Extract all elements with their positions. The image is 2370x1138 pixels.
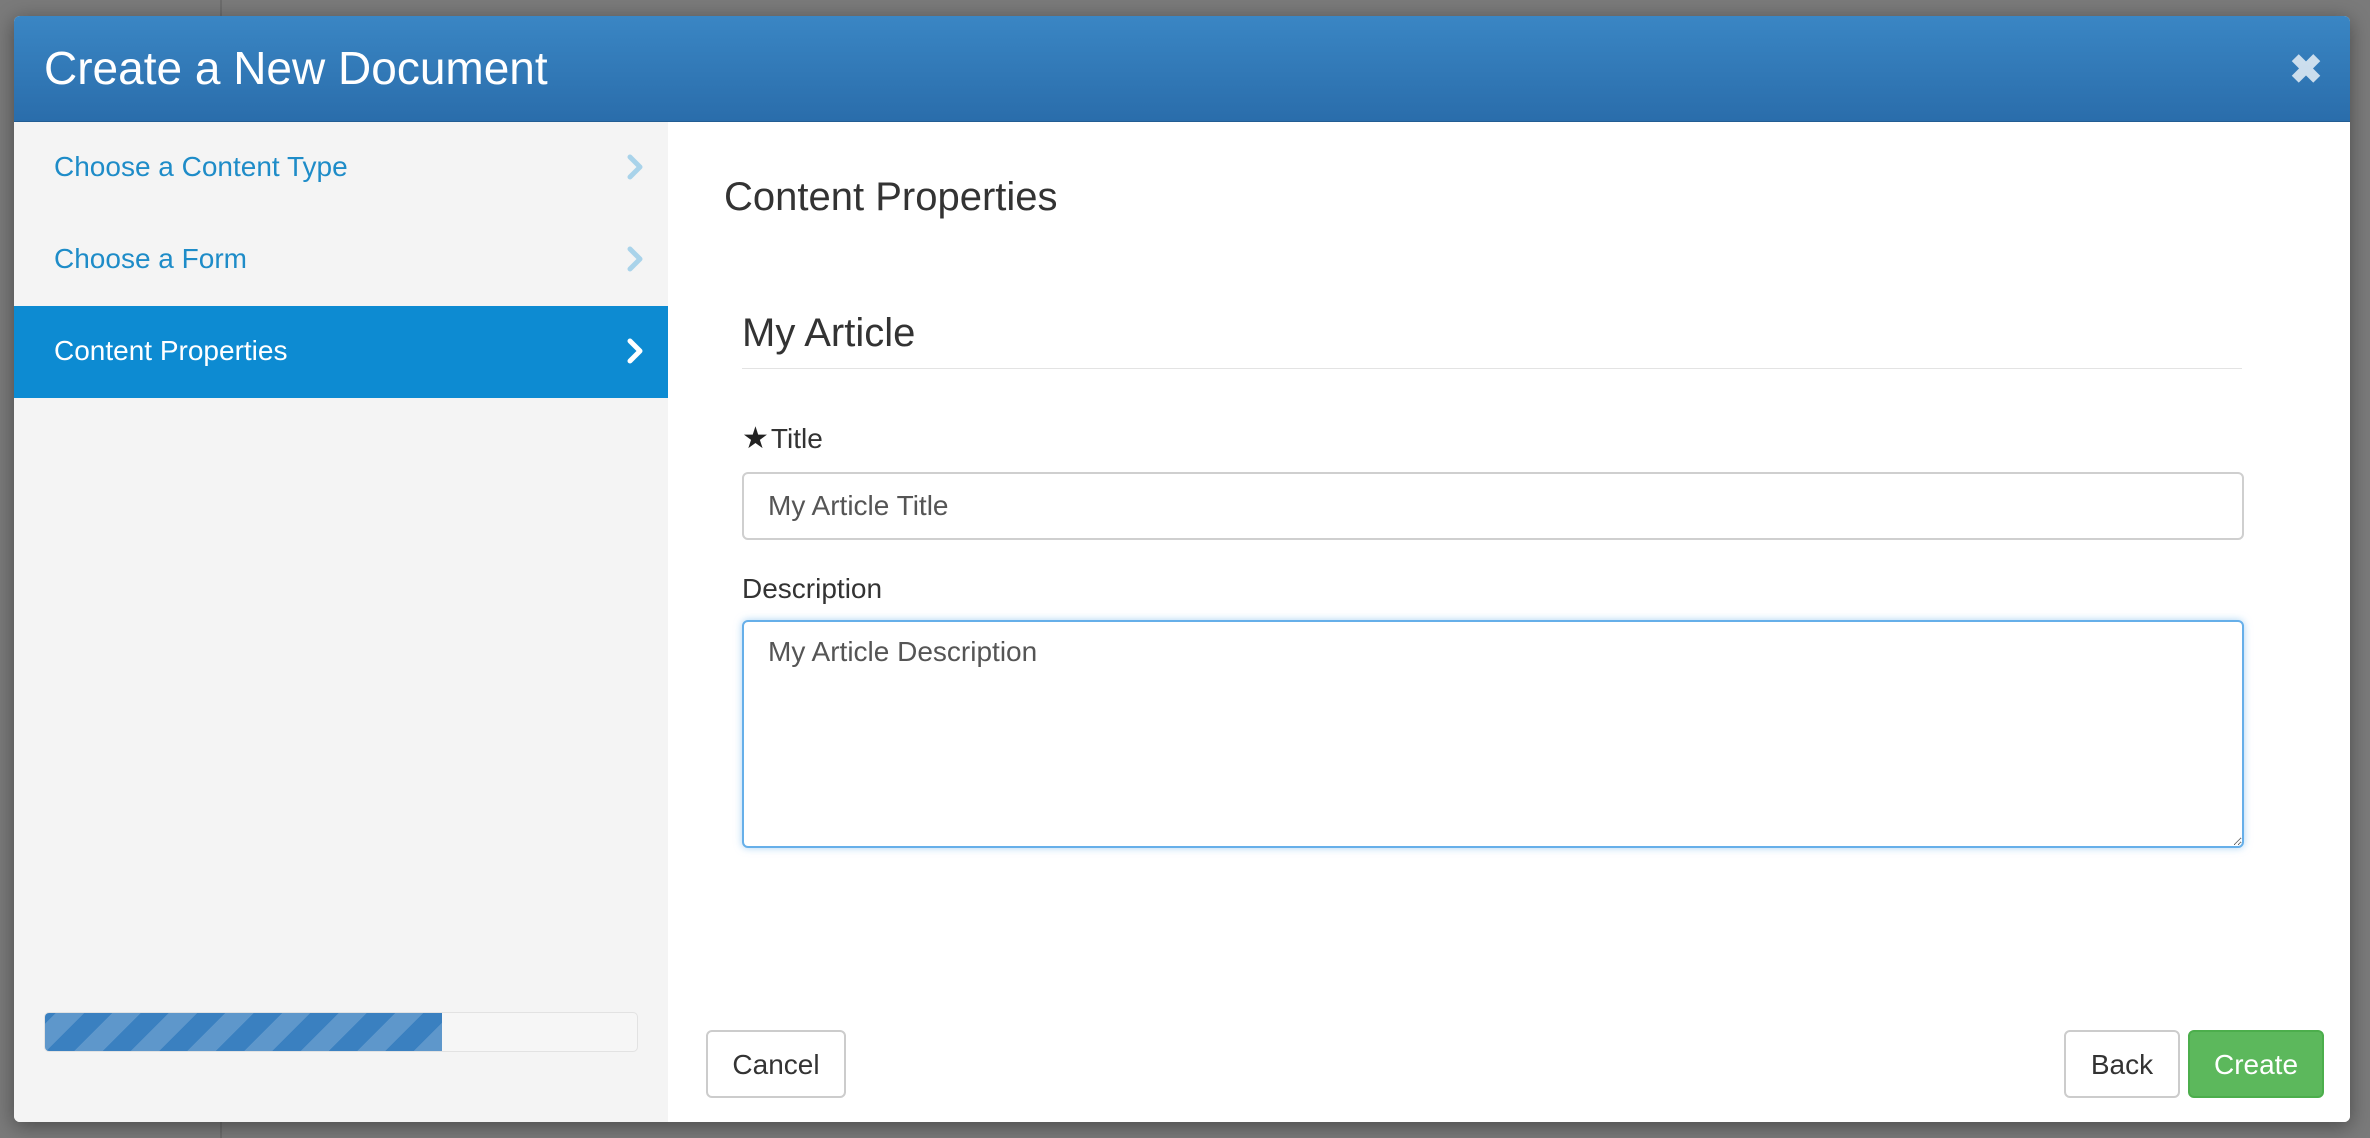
backdrop-divider	[220, 0, 222, 16]
chevron-right-icon	[627, 246, 643, 272]
close-icon[interactable]: ✖	[2288, 50, 2324, 90]
step-label: Content Properties	[54, 335, 288, 366]
section-title: Content Properties	[724, 175, 1058, 219]
chevron-right-icon	[627, 154, 643, 180]
required-star-icon: ★	[742, 422, 769, 455]
modal-title: Create a New Document	[44, 42, 548, 94]
description-label: Description	[742, 573, 883, 604]
create-document-modal: Create a New Document ✖ Choose a Content…	[14, 16, 2350, 1122]
cancel-button[interactable]: Cancel	[706, 1030, 846, 1098]
form-legend: My Article	[742, 308, 2242, 369]
step-choose-content-type[interactable]: Choose a Content Type	[14, 122, 668, 214]
step-content-properties[interactable]: Content Properties	[14, 306, 668, 398]
wizard-progress-bar	[44, 1012, 638, 1052]
wizard-steps-sidebar: Choose a Content Type Choose a Form Cont…	[14, 122, 668, 1122]
step-label: Choose a Content Type	[54, 151, 348, 182]
title-label: ★Title	[742, 422, 823, 456]
backdrop-divider	[220, 1122, 222, 1138]
step-label: Choose a Form	[54, 243, 247, 274]
title-input[interactable]	[742, 472, 2244, 540]
title-label-text: Title	[770, 423, 823, 454]
create-button[interactable]: Create	[2188, 1030, 2324, 1098]
step-choose-form[interactable]: Choose a Form	[14, 214, 668, 306]
description-textarea[interactable]: My Article Description	[742, 620, 2244, 848]
progress-fill	[45, 1013, 442, 1051]
modal-header: Create a New Document ✖	[14, 16, 2350, 122]
back-button[interactable]: Back	[2064, 1030, 2180, 1098]
chevron-right-icon	[627, 338, 643, 364]
content-properties-panel: Content Properties My Article ★Title Des…	[668, 122, 2350, 1122]
